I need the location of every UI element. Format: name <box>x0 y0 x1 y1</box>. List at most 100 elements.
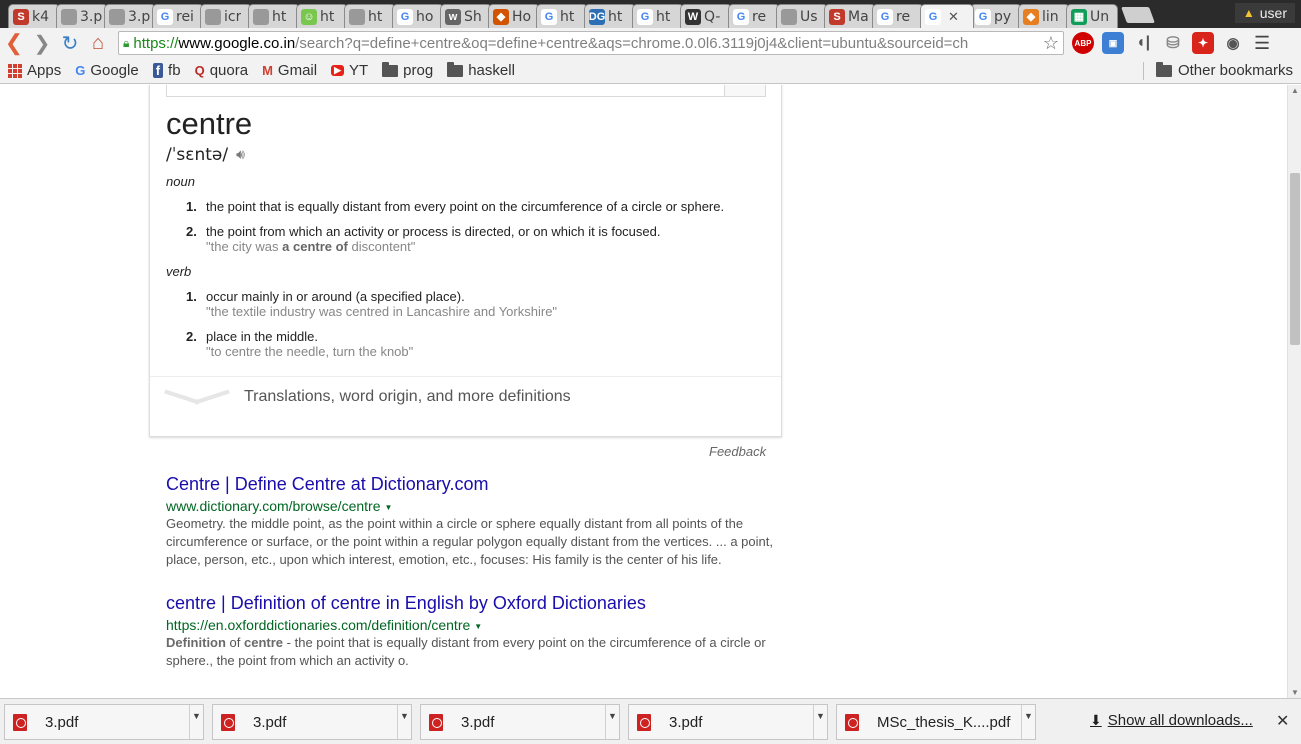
browser-tab[interactable]: S Ma <box>824 4 876 28</box>
scroll-up-icon[interactable]: ▲ <box>1291 86 1299 95</box>
definition-number: 1. <box>186 199 197 214</box>
tab-favicon-icon <box>781 8 797 25</box>
bookmark-label: fb <box>168 62 181 79</box>
bookmark-gmail[interactable]: M Gmail <box>262 62 317 79</box>
show-all-downloads-link[interactable]: ⬇ Show all downloads... <box>1090 712 1253 729</box>
tab-title: 3.p <box>80 8 103 25</box>
bookmark-quora[interactable]: Q quora <box>195 62 249 79</box>
download-item[interactable]: 3.pdf ▼ <box>4 704 204 740</box>
dictionary-search-box[interactable] <box>166 85 766 97</box>
tab-close-icon[interactable]: ✕ <box>948 9 959 25</box>
tab-favicon-icon: G <box>925 8 941 25</box>
tab-favicon-icon: S <box>13 8 29 25</box>
bookmark-yt[interactable]: ▶ YT <box>331 62 368 79</box>
browser-tab[interactable]: w Sh <box>440 4 492 28</box>
other-bookmarks[interactable]: Other bookmarks <box>1155 61 1293 79</box>
browser-tab[interactable]: icr <box>200 4 252 28</box>
bookmark-star-icon[interactable]: ☆ <box>1040 33 1059 54</box>
download-item[interactable]: 3.pdf ▼ <box>628 704 828 740</box>
feedback-link[interactable]: Feedback <box>709 444 766 459</box>
browser-tab[interactable]: Grei <box>152 4 204 28</box>
bookmark-folder-haskell[interactable]: haskell <box>447 61 515 79</box>
tab-title: re <box>896 8 911 25</box>
tab-title: Un <box>1090 8 1110 25</box>
bookmark-google[interactable]: G Google <box>75 62 139 79</box>
extension-circle-icon[interactable]: ◉ <box>1222 32 1244 54</box>
scroll-down-icon[interactable]: ▼ <box>1291 688 1299 697</box>
browser-tab[interactable]: W Q- <box>680 4 732 28</box>
pdf-icon <box>13 713 27 731</box>
browser-tab[interactable]: Us <box>776 4 828 28</box>
result-url: https://en.oxforddictionaries.com/defini… <box>166 617 776 633</box>
new-tab-button[interactable] <box>1121 7 1155 23</box>
download-item[interactable]: MSc_thesis_K....pdf ▼ <box>836 704 1036 740</box>
bookmark-folder-prog[interactable]: prog <box>382 61 433 79</box>
browser-tab[interactable]: ☺ ht <box>296 4 348 28</box>
browser-tab[interactable]: DG ht <box>584 4 636 28</box>
tab-title: ht <box>656 8 671 25</box>
chevron-down-icon[interactable]: ▼ <box>605 705 619 739</box>
chevron-down-icon[interactable]: ▼ <box>397 705 411 739</box>
chevron-down-icon[interactable]: ▼ <box>813 705 827 739</box>
extension-inbox-icon[interactable]: ⛁ <box>1162 32 1184 54</box>
apps-grid-icon <box>8 63 22 78</box>
browser-tab[interactable]: Sk4 <box>8 4 60 28</box>
tab-favicon-icon: DG <box>588 8 606 25</box>
tab-title: rei <box>176 8 194 25</box>
tab-favicon-icon <box>349 8 365 25</box>
browser-tab[interactable]: Ght <box>632 4 684 28</box>
speaker-icon[interactable]: 🔊︎ <box>236 147 245 163</box>
tab-title: Us <box>800 8 818 25</box>
definition-example: "to centre the needle, turn the knob" <box>206 344 414 359</box>
browser-tab[interactable]: Ght <box>536 4 588 28</box>
definition-number: 2. <box>186 224 197 239</box>
bookmark-label: Apps <box>27 62 62 79</box>
extension-window-icon[interactable]: ▣ <box>1102 32 1124 54</box>
result-title-link[interactable]: Centre | Define Centre at Dictionary.com <box>166 474 776 495</box>
page-scrollbar[interactable]: ▲ ▼ <box>1287 85 1301 698</box>
menu-icon[interactable]: ☰ <box>1254 33 1270 54</box>
show-all-label: Show all downloads... <box>1107 712 1253 729</box>
caret-down-icon[interactable]: ▼ <box>384 503 392 512</box>
browser-tab[interactable]: Gre <box>728 4 780 28</box>
browser-tab[interactable]: ht <box>248 4 300 28</box>
bookmark-apps[interactable]: Apps <box>8 62 61 79</box>
chevron-down-icon[interactable]: ▼ <box>1021 705 1035 739</box>
address-bar[interactable]: 🔒︎ https://www.google.co.in/search?q=def… <box>118 31 1064 55</box>
back-icon[interactable]: ❮ <box>0 30 28 56</box>
browser-tab[interactable]: ▦ Un <box>1066 4 1118 28</box>
url-path: /search?q=define+centre&oq=define+centre… <box>295 34 969 52</box>
browser-tab[interactable]: ◆ lin <box>1018 4 1070 28</box>
forward-icon[interactable]: ❯ <box>28 30 56 56</box>
browser-tab[interactable]: Gre <box>872 4 924 28</box>
browser-tab[interactable]: 3.p <box>104 4 156 28</box>
extension-red-icon[interactable]: ✦ <box>1192 32 1214 54</box>
folder-icon <box>382 61 399 77</box>
adblock-icon[interactable]: ABP <box>1072 32 1094 54</box>
tab-title: Sh <box>464 8 482 25</box>
browser-tab[interactable]: Gpy <box>970 4 1022 28</box>
home-icon[interactable]: ⌂ <box>84 30 112 56</box>
tab-active[interactable]: G ✕ <box>920 4 974 28</box>
definition-text: the point that is equally distant from e… <box>206 199 725 214</box>
download-item[interactable]: 3.pdf ▼ <box>212 704 412 740</box>
browser-tab[interactable]: ht <box>344 4 396 28</box>
more-definitions-toggle[interactable]: Translations, word origin, and more defi… <box>150 376 781 417</box>
browser-tab[interactable]: Gho <box>392 4 444 28</box>
browser-tab[interactable]: ◆ Ho <box>488 4 540 28</box>
google-icon: G <box>75 63 86 78</box>
chevron-down-icon[interactable]: ▼ <box>189 705 203 739</box>
tab-favicon-icon: G <box>397 8 413 25</box>
browser-tab[interactable]: 3.p <box>56 4 108 28</box>
close-icon[interactable]: ✕ <box>1276 711 1289 731</box>
scrollbar-thumb[interactable] <box>1290 173 1300 345</box>
chevron-down-icon <box>164 387 230 407</box>
result-title-link[interactable]: centre | Definition of centre in English… <box>166 593 776 614</box>
caret-down-icon[interactable]: ▼ <box>474 622 482 631</box>
tab-favicon-icon: ☺ <box>301 8 317 25</box>
extension-speaker-icon[interactable]: ◖| <box>1132 32 1154 54</box>
reload-icon[interactable]: ↻ <box>56 30 84 56</box>
download-item[interactable]: 3.pdf ▼ <box>420 704 620 740</box>
bookmark-fb[interactable]: f fb <box>152 62 181 79</box>
profile-button[interactable]: ▲ user <box>1234 3 1295 23</box>
